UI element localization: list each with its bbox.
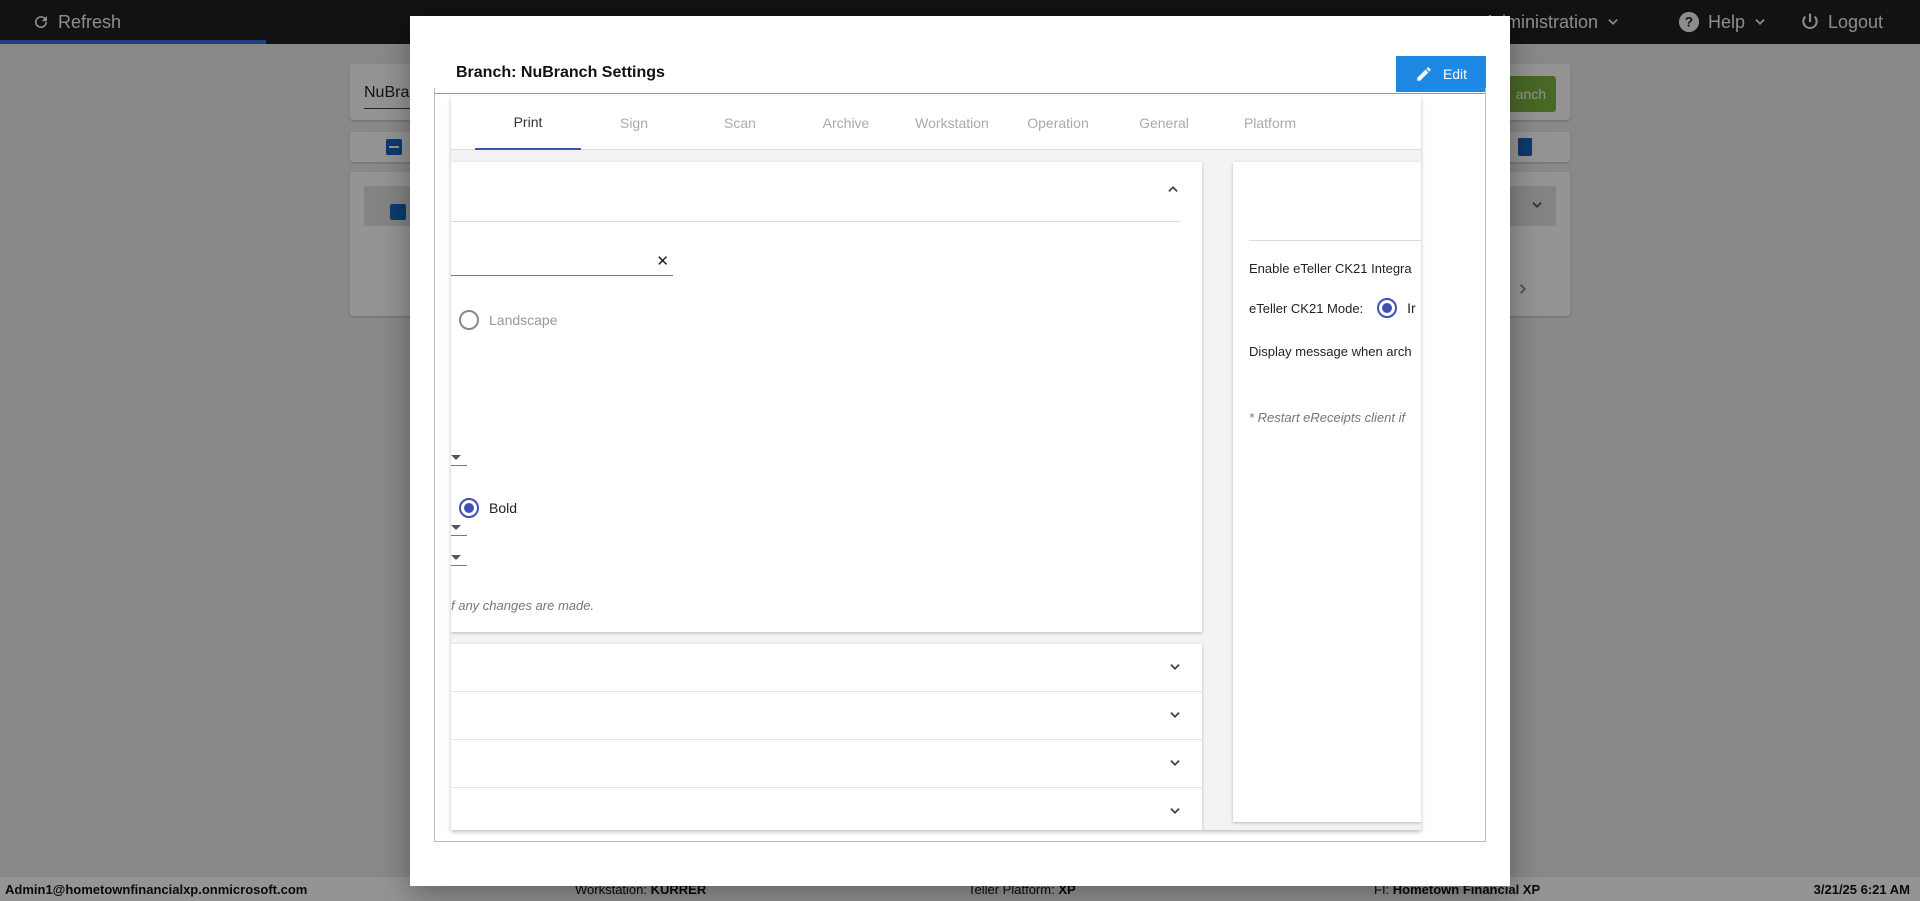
branch-settings-dialog: Branch: NuBranch Settings Edit Print Sig…	[410, 16, 1510, 886]
restart-note: f any changes are made.	[451, 598, 595, 613]
dialog-body: Print Sign Scan Archive Workstation Oper…	[434, 88, 1486, 842]
dialog-header: Branch: NuBranch Settings Edit	[434, 38, 1486, 94]
print-section-header[interactable]	[451, 162, 1180, 222]
radio-unchecked-icon	[459, 310, 479, 330]
chevron-up-icon[interactable]	[1166, 182, 1180, 196]
edit-label: Edit	[1442, 66, 1468, 82]
accordion-section[interactable]	[451, 740, 1202, 788]
enable-eteller-label: Enable eTeller CK21 Integra	[1249, 261, 1412, 276]
eteller-settings-card: Enable eTeller CK21 Integra eTeller CK21…	[1233, 162, 1421, 822]
edit-button[interactable]: Edit	[1396, 56, 1486, 92]
eteller-mode-radio[interactable]: Ir	[1377, 298, 1416, 318]
dropdown-select[interactable]	[451, 552, 467, 566]
eteller-mode-row: eTeller CK21 Mode: Ir	[1249, 298, 1416, 318]
tab-print[interactable]: Print	[475, 96, 581, 150]
dropdown-select[interactable]	[451, 452, 467, 466]
tab-sign[interactable]: Sign	[581, 96, 687, 150]
pencil-icon	[1417, 67, 1431, 81]
display-message-label: Display message when arch	[1249, 344, 1412, 359]
chevron-down-icon	[1170, 664, 1180, 670]
tab-scan[interactable]: Scan	[687, 96, 793, 150]
tab-platform[interactable]: Platform	[1217, 96, 1323, 150]
settings-tabs: Print Sign Scan Archive Workstation Oper…	[451, 96, 1421, 150]
tab-general[interactable]: General	[1111, 96, 1217, 150]
tab-workstation[interactable]: Workstation	[899, 96, 1005, 150]
landscape-label: Landscape	[489, 312, 558, 328]
eteller-mode-value: Ir	[1407, 300, 1416, 316]
landscape-radio[interactable]: Landscape	[459, 310, 558, 330]
radio-checked-icon	[459, 498, 479, 518]
dialog-title: Branch: NuBranch Settings	[456, 64, 665, 81]
chevron-down-icon	[1170, 712, 1180, 718]
chevron-down-icon	[1170, 808, 1180, 814]
radio-checked-icon	[1377, 298, 1398, 318]
bold-radio[interactable]: Bold	[459, 498, 517, 518]
accordion-section[interactable]	[451, 692, 1202, 740]
chevron-down-icon	[1170, 760, 1180, 766]
collapsed-sections	[451, 644, 1202, 830]
restart-client-note: * Restart eReceipts client if	[1249, 410, 1406, 425]
accordion-section[interactable]	[451, 788, 1202, 830]
printer-name-input[interactable]: ✕	[451, 250, 673, 276]
settings-panel: Print Sign Scan Archive Workstation Oper…	[451, 96, 1421, 830]
print-settings-card: ✕ Landscape Bold f any changes are made.	[451, 162, 1202, 632]
eteller-mode-label: eTeller CK21 Mode:	[1249, 300, 1364, 316]
accordion-section[interactable]	[451, 644, 1202, 692]
clear-icon[interactable]: ✕	[656, 252, 669, 270]
tab-archive[interactable]: Archive	[793, 96, 899, 150]
dropdown-select[interactable]	[451, 522, 467, 536]
divider	[1249, 240, 1421, 241]
bold-label: Bold	[489, 500, 518, 516]
tab-operation[interactable]: Operation	[1005, 96, 1111, 150]
